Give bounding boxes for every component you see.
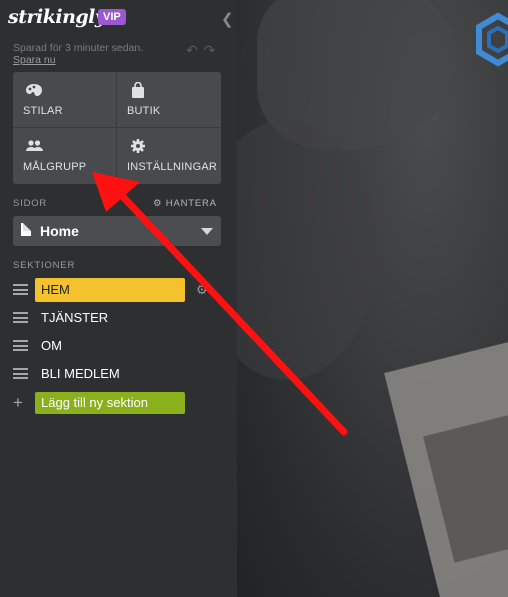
vip-badge: VIP (98, 9, 126, 25)
preview-background-shape (237, 120, 377, 380)
drag-handle-icon[interactable] (13, 368, 28, 379)
manage-label: HANTERA (165, 198, 217, 209)
section-item-active[interactable]: HEM (35, 278, 185, 302)
document-icon (21, 223, 31, 236)
section-label: HEM (41, 282, 70, 297)
strikingly-logo: strikingly (8, 6, 106, 28)
site-hexagon-logo-icon (476, 12, 508, 67)
section-label: TJÄNSTER (41, 310, 109, 325)
shopping-bag-icon (132, 82, 144, 98)
selected-page: Home (40, 223, 79, 239)
site-preview[interactable] (237, 0, 508, 597)
users-icon (26, 140, 43, 151)
section-row[interactable]: BLI MEDLEM (0, 362, 237, 386)
drag-handle-icon[interactable] (13, 340, 28, 351)
chevron-down-icon (201, 228, 213, 235)
section-row[interactable]: HEM ⚙ (0, 278, 237, 302)
editor-menu-grid: STILAR BUTIK MÅLGRUPP INSTÄLLNINGAR (13, 72, 221, 184)
section-settings-gear-icon[interactable]: ⚙ (196, 282, 208, 298)
collapse-sidebar-icon[interactable]: ❮ (221, 10, 234, 28)
store-label: BUTIK (127, 105, 161, 117)
palette-icon (26, 84, 42, 96)
drag-handle-icon[interactable] (13, 312, 28, 323)
gear-icon: ⚙ (153, 198, 163, 209)
sections-heading: SEKTIONER (13, 260, 76, 271)
store-button[interactable]: BUTIK (117, 72, 220, 128)
audience-button[interactable]: MÅLGRUPP (13, 128, 117, 183)
pages-heading: SIDOR (13, 198, 48, 209)
saved-time-text: Sparad för 3 minuter sedan. (13, 42, 144, 54)
undo-icon[interactable]: ↶ (186, 42, 204, 58)
save-status: Sparad för 3 minuter sedan. Spara nu (13, 42, 163, 66)
audience-label: MÅLGRUPP (23, 161, 87, 173)
gear-icon (131, 139, 145, 153)
styles-button[interactable]: STILAR (13, 72, 117, 128)
add-section-row: + Lägg till ny sektion (0, 392, 237, 416)
section-row[interactable]: OM (0, 334, 237, 358)
drag-handle-icon[interactable] (13, 284, 28, 295)
add-section-button[interactable]: Lägg till ny sektion (35, 392, 185, 414)
section-label: OM (41, 338, 62, 353)
section-row[interactable]: TJÄNSTER (0, 306, 237, 330)
undo-redo-controls: ↶↷ (186, 42, 221, 59)
section-label: BLI MEDLEM (41, 366, 120, 381)
plus-icon[interactable]: + (13, 393, 23, 413)
editor-sidebar: strikingly VIP ❮ Sparad för 3 minuter se… (0, 0, 237, 597)
add-section-label: Lägg till ny sektion (41, 395, 148, 410)
styles-label: STILAR (23, 105, 63, 117)
manage-pages-link[interactable]: ⚙ HANTERA (153, 198, 217, 209)
settings-button[interactable]: INSTÄLLNINGAR (117, 128, 220, 183)
page-select[interactable]: Home (13, 216, 221, 246)
redo-icon[interactable]: ↷ (204, 42, 222, 58)
save-now-link[interactable]: Spara nu (13, 54, 56, 66)
settings-label: INSTÄLLNINGAR (127, 161, 218, 173)
